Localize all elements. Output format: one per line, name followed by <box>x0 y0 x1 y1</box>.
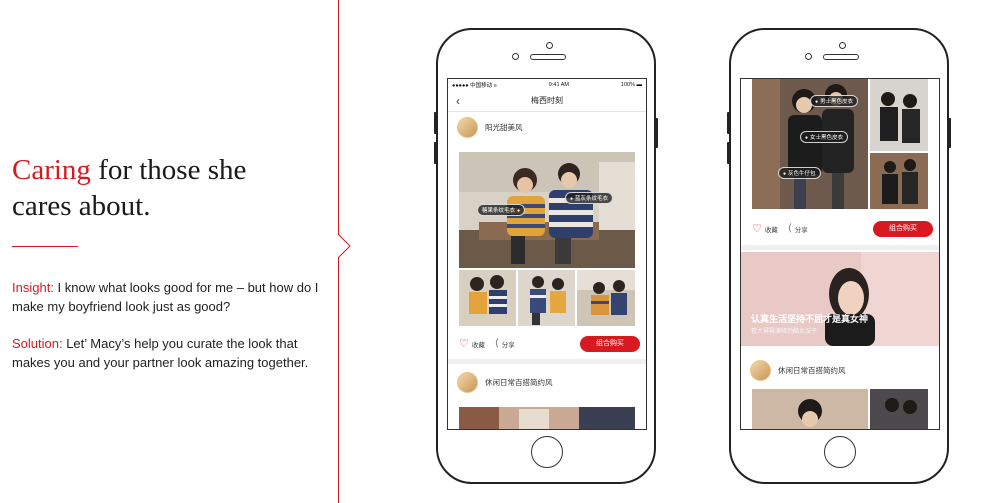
combo-buy-button[interactable]: 组合购买 <box>580 336 640 352</box>
share-icon[interactable]: ⟨ <box>495 339 499 349</box>
outfit-main-photo[interactable] <box>459 407 635 429</box>
sensor <box>805 53 812 60</box>
outfit-main-photo[interactable] <box>752 389 868 429</box>
phone-screen: 男士黑色皮衣 女士黑色皮衣 灰色牛仔包 ♡ 收藏 ⟨ 分享 组合购买 认真生活坚… <box>740 78 940 430</box>
product-tag[interactable]: 灰色牛仔包 <box>778 167 821 179</box>
avatar[interactable] <box>457 116 478 138</box>
share-label[interactable]: 分享 <box>795 224 808 234</box>
collect-label[interactable]: 收藏 <box>472 339 485 349</box>
section-separator <box>448 359 646 364</box>
username[interactable]: 休闲日常百搭简约风 <box>778 365 846 376</box>
solution-label: Solution: <box>12 336 63 351</box>
clock-text: 9:41 AM <box>548 82 569 88</box>
username[interactable]: 阳光甜美风 <box>485 122 523 133</box>
outfit-thumbnail[interactable] <box>870 79 928 151</box>
combo-buy-button[interactable]: 组合购买 <box>873 221 933 237</box>
product-tag[interactable]: 糖果条纹毛衣 <box>477 204 526 216</box>
headline-accent: Caring <box>12 154 91 186</box>
carrier-text: ●●●●● 中国移动 ≡ <box>452 83 497 89</box>
outfit-thumbnail[interactable] <box>577 270 635 326</box>
volume-button <box>727 142 730 164</box>
product-tag[interactable]: 蓝灰条纹毛衣 <box>565 192 614 204</box>
phone-mockup-1: ●●●●● 中国移动 ≡ 9:41 AM 100% ▬ ‹ 梅西时刻 阳光甜美风 <box>434 28 658 484</box>
phone-screen: ●●●●● 中国移动 ≡ 9:41 AM 100% ▬ ‹ 梅西时刻 阳光甜美风 <box>447 78 647 430</box>
home-button[interactable] <box>531 436 563 468</box>
volume-button <box>727 112 730 134</box>
page-title: 梅西时刻 <box>531 96 563 105</box>
insight-text: I know what looks good for me – but how … <box>12 280 319 314</box>
banner-headline: 认真生活坚持不屈才是真女神 <box>751 314 869 324</box>
post-header: 阳光甜美风 <box>448 112 646 142</box>
power-button <box>948 118 951 148</box>
outfit-thumbnail[interactable] <box>870 389 928 429</box>
power-button <box>655 118 658 148</box>
banner-subtitle: 看大幂幂演绎劲酷女汉子 <box>751 329 818 335</box>
outfit-thumbnail[interactable] <box>459 270 516 326</box>
share-icon[interactable]: ⟨ <box>788 224 792 234</box>
sensor <box>512 53 519 60</box>
status-bar: ●●●●● 中国移动 ≡ 9:41 AM 100% ▬ <box>448 79 646 91</box>
heart-icon[interactable]: ♡ <box>459 338 469 350</box>
headline: Caring for those she cares about. <box>12 152 332 224</box>
headline-line1: for those she <box>90 154 247 186</box>
speaker <box>823 54 859 60</box>
home-button[interactable] <box>824 436 856 468</box>
insight-paragraph: Insight: I know what looks good for me –… <box>12 278 322 316</box>
post-actions: ♡ 收藏 ⟨ 分享 组合购买 <box>448 333 646 355</box>
post-header: 休闲日常百搭简约风 <box>741 355 846 385</box>
promo-banner[interactable]: 认真生活坚持不屈才是真女神 看大幂幂演绎劲酷女汉子 <box>741 252 939 346</box>
outfit-main-photo[interactable]: 蓝灰条纹毛衣 糖果条纹毛衣 <box>459 152 635 268</box>
product-tag[interactable]: 男士黑色皮衣 <box>810 95 859 107</box>
outfit-thumbnail[interactable] <box>518 270 575 326</box>
share-label[interactable]: 分享 <box>502 339 515 349</box>
heart-icon[interactable]: ♡ <box>752 223 762 235</box>
back-icon[interactable]: ‹ <box>456 91 460 111</box>
username[interactable]: 休闲日常百搭简约风 <box>485 377 553 388</box>
headline-line2: cares about. <box>12 190 151 222</box>
post-actions: ♡ 收藏 ⟨ 分享 组合购买 <box>741 218 939 240</box>
section-separator <box>741 245 939 250</box>
battery-text: 100% ▬ <box>620 82 642 88</box>
post-header: 休闲日常百搭简约风 <box>448 367 553 397</box>
avatar[interactable] <box>457 371 478 393</box>
accent-rule <box>12 246 78 247</box>
divider-notch <box>338 234 362 258</box>
volume-button <box>434 142 437 164</box>
product-tag[interactable]: 女士黑色皮衣 <box>800 131 849 143</box>
volume-button <box>434 112 437 134</box>
outfit-main-photo[interactable]: 男士黑色皮衣 女士黑色皮衣 灰色牛仔包 <box>752 79 868 209</box>
camera <box>839 42 846 49</box>
insight-label: Insight: <box>12 280 54 295</box>
nav-bar: ‹ 梅西时刻 <box>448 91 646 112</box>
left-panel: Caring for those she cares about. Insigh… <box>0 0 338 503</box>
phone-mockup-2: 男士黑色皮衣 女士黑色皮衣 灰色牛仔包 ♡ 收藏 ⟨ 分享 组合购买 认真生活坚… <box>727 28 951 484</box>
camera <box>546 42 553 49</box>
solution-paragraph: Solution: Let’ Macy’s help you curate th… <box>12 334 322 372</box>
speaker <box>530 54 566 60</box>
collect-label[interactable]: 收藏 <box>765 224 778 234</box>
avatar[interactable] <box>750 359 771 381</box>
outfit-thumbnail[interactable] <box>870 153 928 209</box>
